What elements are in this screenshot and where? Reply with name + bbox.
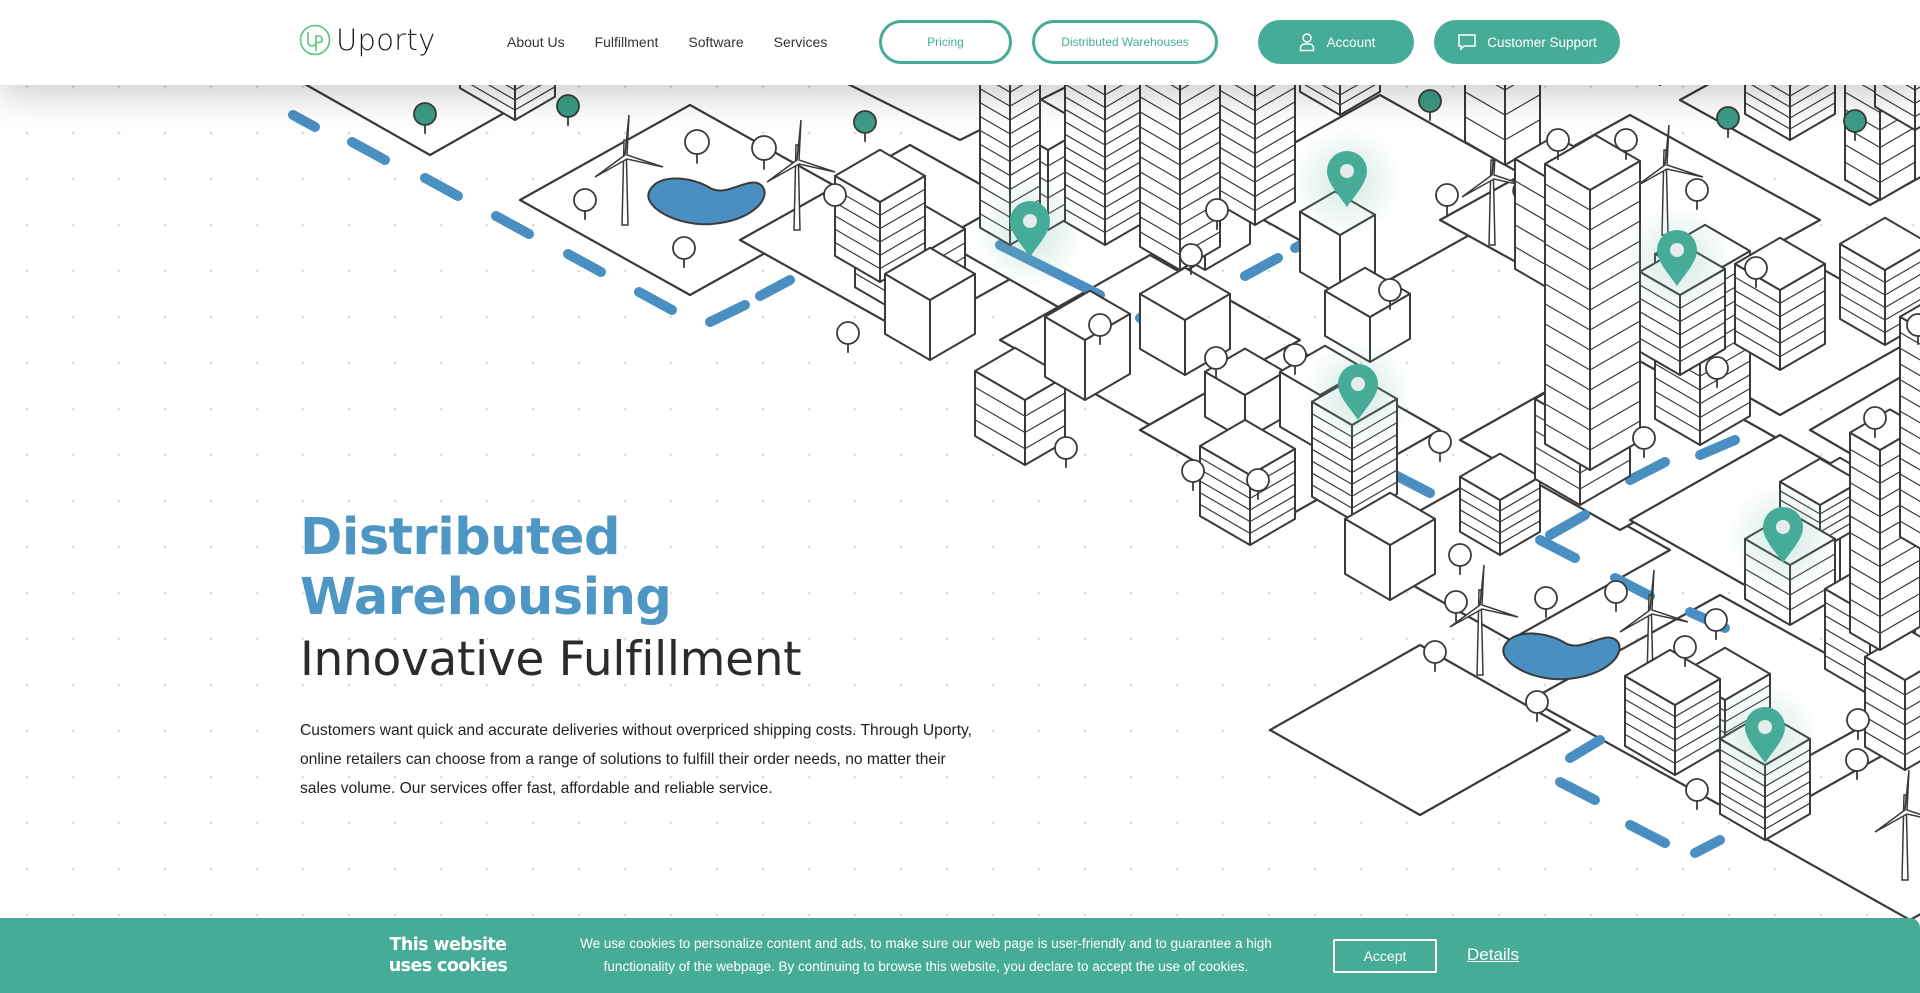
hero-section: Distributed Warehousing Innovative Fulfi… <box>300 508 1000 803</box>
tree-icon <box>1418 89 1442 121</box>
route-dash <box>1555 777 1600 805</box>
building-icon <box>1544 133 1641 471</box>
nav-software[interactable]: Software <box>688 30 743 54</box>
cookie-banner: This website uses cookies We use cookies… <box>0 918 1920 993</box>
account-button[interactable]: Account <box>1258 20 1414 64</box>
building-icon <box>1864 629 1920 771</box>
account-label: Account <box>1326 34 1376 50</box>
cookie-details-link[interactable]: Details <box>1467 945 1519 965</box>
nav-about-us[interactable]: About Us <box>507 30 565 54</box>
route-dash <box>634 287 677 315</box>
route-dash <box>1390 470 1435 498</box>
tree-icon <box>1604 580 1628 612</box>
location-pin-icon <box>1622 206 1732 316</box>
tree-icon <box>556 94 580 126</box>
tree-icon <box>853 110 877 142</box>
main-nav: About Us Fulfillment Software Services <box>507 30 857 54</box>
brand-name: Uporty <box>336 23 436 57</box>
hero-subtitle: Innovative Fulfillment <box>300 632 802 687</box>
tree-icon <box>836 321 860 353</box>
up-monogram-icon <box>299 24 331 56</box>
nav-services[interactable]: Services <box>774 30 828 54</box>
pricing-button[interactable]: Pricing <box>879 20 1012 64</box>
site-header: Uporty About Us Fulfillment Software Ser… <box>0 0 1920 85</box>
hero-description: Customers want quick and accurate delive… <box>300 722 973 797</box>
building-icon <box>1459 452 1541 556</box>
location-pin-icon <box>1292 127 1402 237</box>
support-label: Customer Support <box>1487 34 1597 50</box>
location-pin-icon <box>975 177 1085 287</box>
route-dash <box>491 211 534 239</box>
route-dash <box>705 300 750 327</box>
accept-cookies-button[interactable]: Accept <box>1333 939 1437 973</box>
route-dash <box>1690 835 1725 858</box>
cookie-title: This website uses cookies <box>388 935 508 976</box>
logo-link[interactable]: Uporty <box>299 22 436 58</box>
route-dash <box>1625 820 1670 848</box>
route-dash <box>1565 735 1605 763</box>
building-icon <box>1734 236 1826 371</box>
tree-icon <box>1685 778 1709 810</box>
city-illustration <box>278 0 1920 922</box>
tree-icon <box>1716 106 1740 138</box>
route-dash <box>755 275 795 301</box>
distributed-warehouses-button[interactable]: Distributed Warehouses <box>1032 20 1218 64</box>
tree-icon <box>1428 430 1452 462</box>
cookie-text: We use cookies to personalize content an… <box>580 936 1272 974</box>
location-pin-icon <box>1710 683 1820 793</box>
route-dash <box>347 137 390 165</box>
hero-title: Distributed Warehousing <box>300 508 672 627</box>
customer-support-button[interactable]: Customer Support <box>1434 20 1620 64</box>
location-pin-icon <box>1303 340 1413 450</box>
nav-fulfillment[interactable]: Fulfillment <box>595 30 659 54</box>
user-icon <box>1299 33 1314 52</box>
chat-bubble-icon <box>1458 34 1476 51</box>
route-dash <box>420 173 463 201</box>
route-dash <box>1240 253 1283 281</box>
tree-icon <box>1054 436 1078 468</box>
route-dash <box>563 249 606 277</box>
route-dash <box>288 110 320 132</box>
location-pin-icon <box>1728 483 1838 593</box>
